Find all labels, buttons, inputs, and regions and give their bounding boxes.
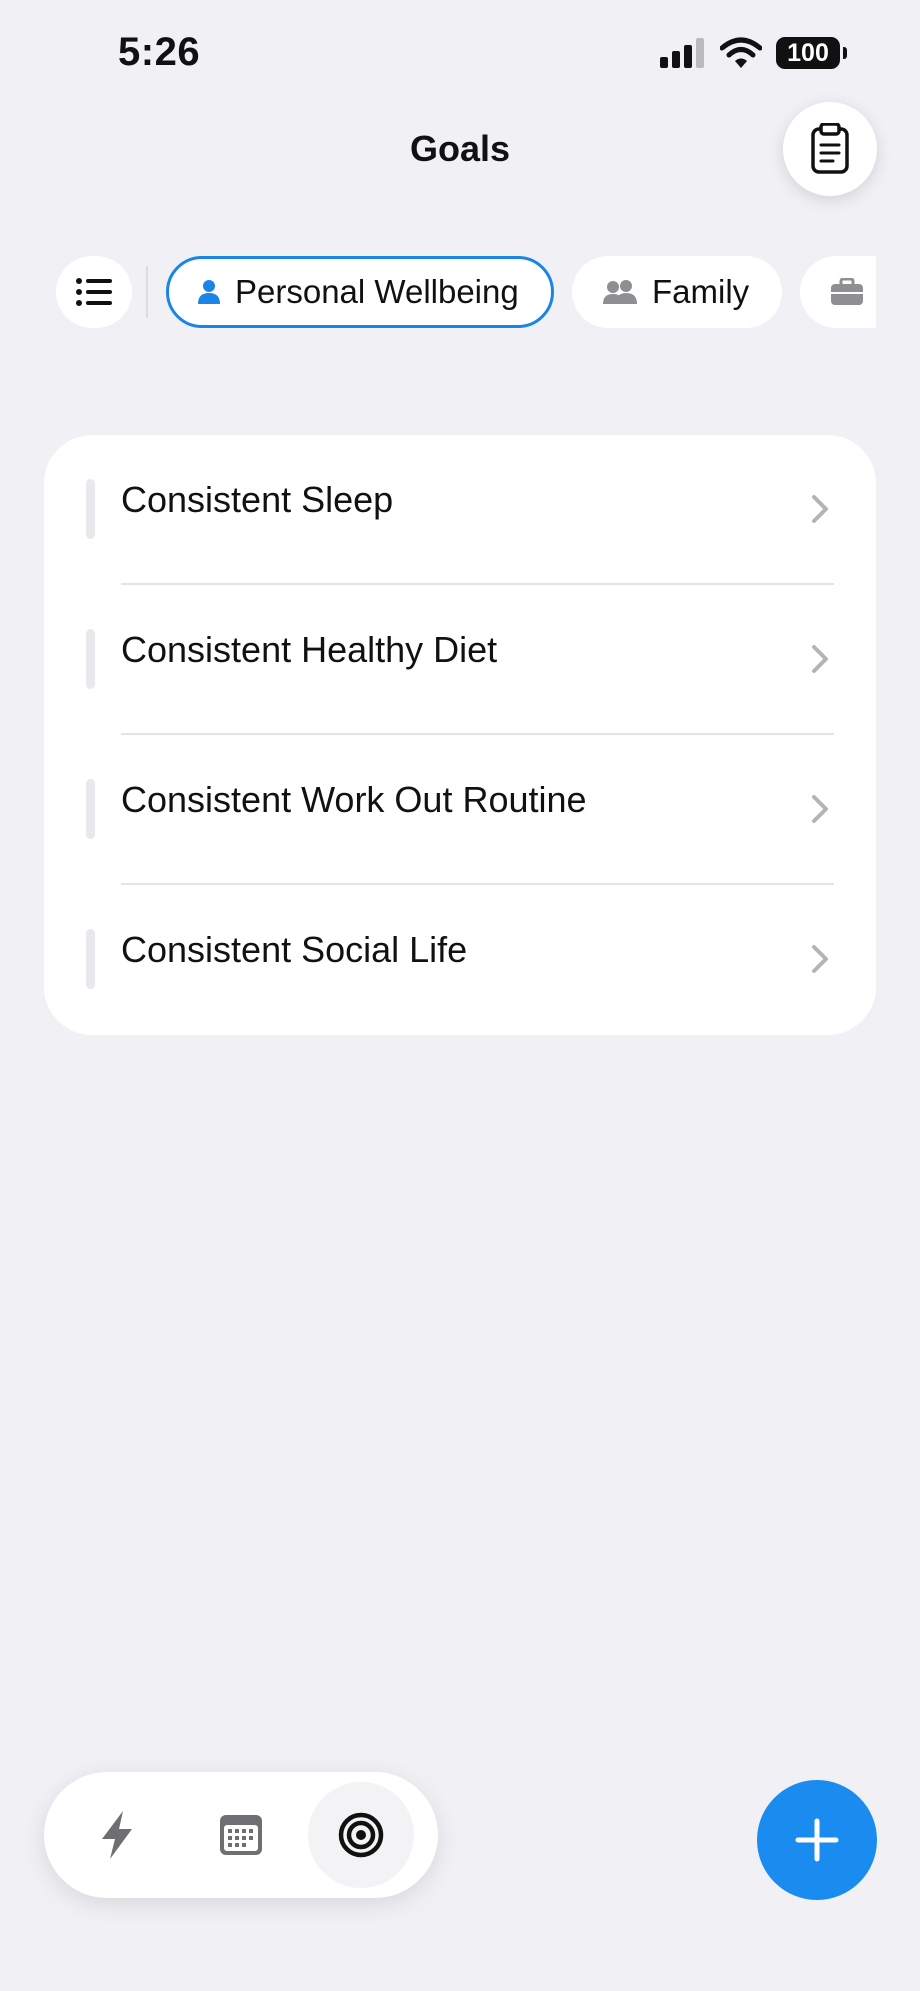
tab-goals[interactable] (308, 1782, 414, 1888)
goal-color-bar (86, 779, 95, 839)
list-view-button[interactable] (56, 256, 132, 328)
filter-chip-family[interactable]: Family (572, 256, 782, 328)
cellular-signal-icon (660, 38, 704, 68)
goal-row[interactable]: Consistent Social Life (44, 885, 876, 1035)
battery-level: 100 (787, 38, 829, 67)
briefcase-icon (831, 278, 863, 305)
category-filter-bar: Personal Wellbeing Family (56, 256, 876, 328)
filter-chip-label: Personal Wellbeing (235, 273, 519, 310)
goal-title: Consistent Work Out Routine (121, 779, 587, 820)
page-title: Goals (409, 128, 511, 169)
goal-color-bar (86, 479, 95, 539)
chevron-right-icon (812, 945, 828, 973)
goals-list-card: Consistent Sleep Consistent Healthy Diet… (44, 435, 876, 1035)
goal-row[interactable]: Consistent Healthy Diet (44, 585, 876, 735)
calendar-icon (220, 1815, 262, 1855)
bottom-tab-bar (44, 1772, 438, 1898)
tab-calendar[interactable] (188, 1782, 294, 1888)
plus-icon (795, 1818, 839, 1862)
chevron-right-icon (812, 645, 828, 673)
filter-chip-label: Family (652, 273, 750, 310)
goal-title: Consistent Social Life (121, 929, 468, 970)
wifi-icon (720, 37, 762, 68)
battery-indicator: 100 (776, 37, 847, 69)
filter-divider (146, 266, 148, 318)
status-time: 5:26 (118, 30, 201, 74)
chevron-right-icon (812, 795, 828, 823)
people-icon (603, 280, 637, 304)
add-goal-button[interactable] (757, 1780, 877, 1900)
status-icons: 100 (660, 36, 847, 70)
person-icon (198, 280, 220, 304)
clipboard-icon (811, 123, 849, 174)
goal-color-bar (86, 929, 95, 989)
bolt-icon (102, 1811, 132, 1859)
filter-chip-personal-wellbeing[interactable]: Personal Wellbeing (166, 256, 554, 328)
goal-row[interactable]: Consistent Work Out Routine (44, 735, 876, 885)
goal-row[interactable]: Consistent Sleep (44, 435, 876, 585)
goal-title: Consistent Healthy Diet (121, 629, 498, 670)
tab-quick-actions[interactable] (64, 1782, 170, 1888)
clipboard-button[interactable] (783, 102, 877, 196)
chevron-right-icon (812, 495, 828, 523)
goal-color-bar (86, 629, 95, 689)
list-icon (76, 278, 112, 306)
filter-chip-work[interactable] (800, 256, 876, 328)
target-icon (338, 1812, 384, 1858)
goal-title: Consistent Sleep (121, 479, 394, 520)
